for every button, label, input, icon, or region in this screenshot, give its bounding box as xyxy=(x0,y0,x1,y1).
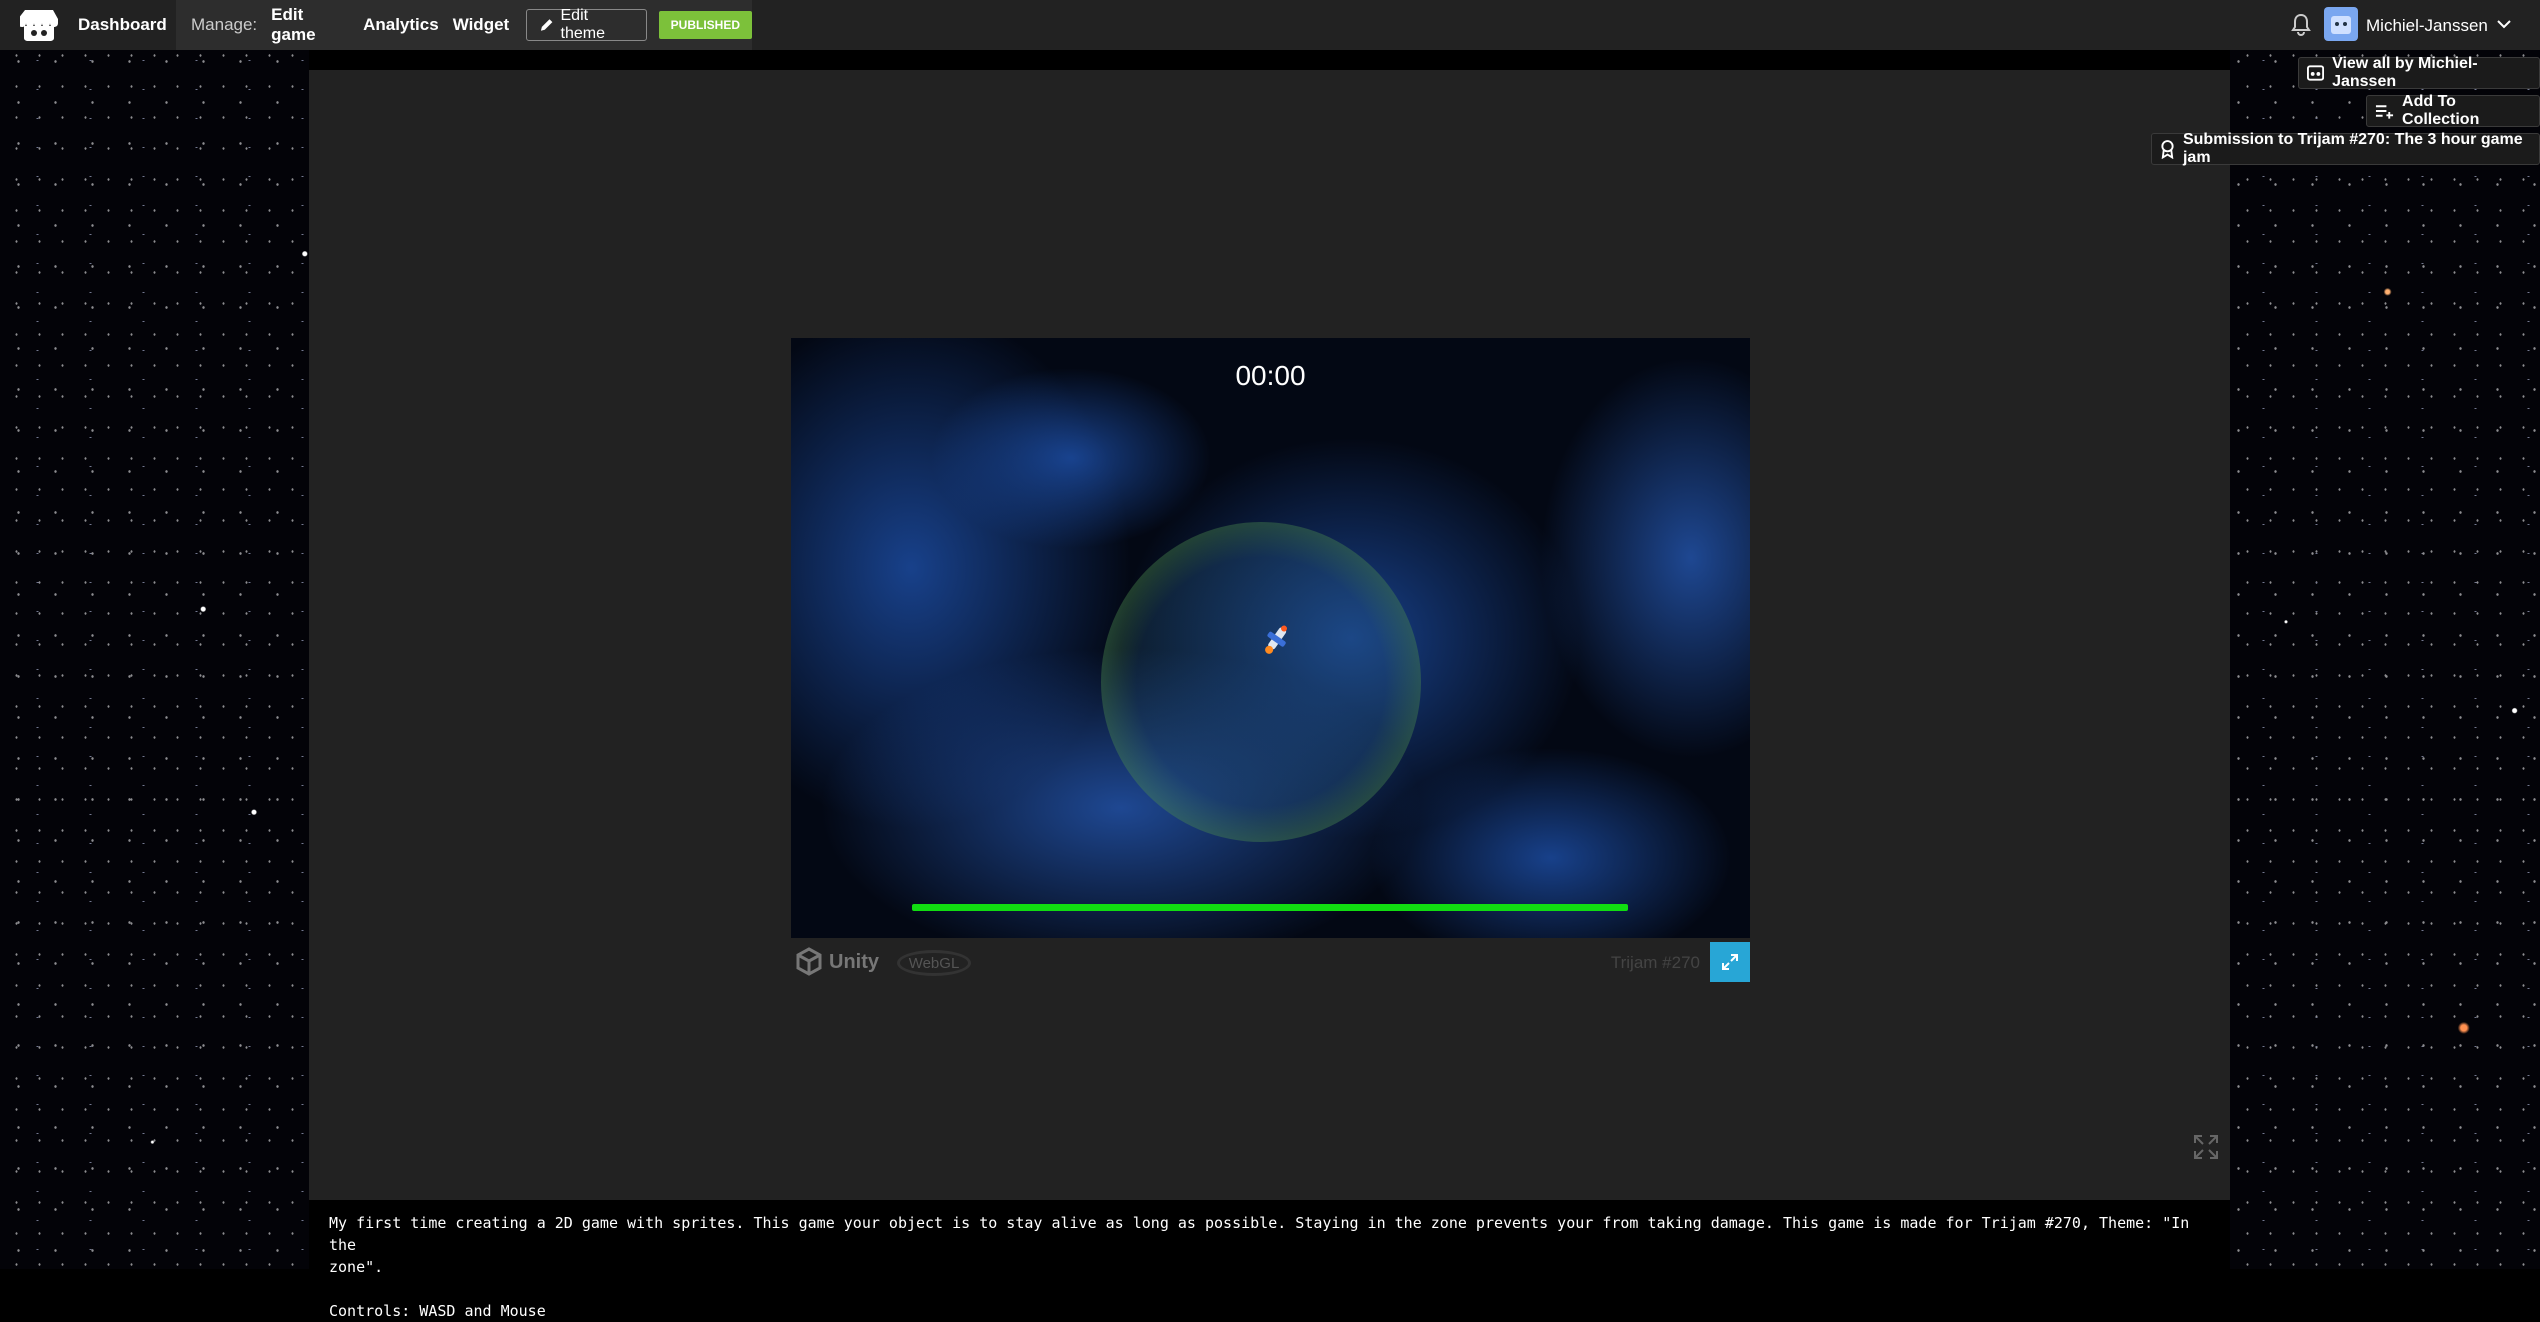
safe-zone-circle xyxy=(1101,522,1421,842)
avatar[interactable] xyxy=(2324,7,2358,41)
health-bar xyxy=(912,904,1628,911)
manage-label: Manage: xyxy=(191,15,258,34)
game-footer: Unity WebGL Trijam #270 xyxy=(791,938,1750,986)
add-list-icon xyxy=(2375,105,2394,119)
published-badge[interactable]: PUBLISHED xyxy=(658,11,752,39)
chevron-down-icon[interactable] xyxy=(2494,14,2514,34)
manage-section: Manage: Edit game Analytics Widget Edit … xyxy=(176,0,752,50)
embed-fullscreen-icon[interactable] xyxy=(2192,1133,2220,1161)
pencil-icon xyxy=(541,19,553,31)
unity-cube-icon xyxy=(796,947,822,976)
add-to-collection-label: Add To Collection xyxy=(2402,93,2480,128)
dashboard-link[interactable]: Dashboard xyxy=(78,15,167,35)
game-description: My first time creating a 2D game with sp… xyxy=(309,1200,2230,1320)
webgl-logo: WebGL xyxy=(897,950,971,976)
view-all-button[interactable]: View all by Michiel-Janssen xyxy=(2298,55,2540,90)
analytics-link[interactable]: Analytics xyxy=(363,15,439,35)
description-line: zone". xyxy=(329,1258,384,1276)
itchio-small-icon xyxy=(2307,65,2325,81)
header-strip xyxy=(309,50,2230,70)
game-title-label: Trijam #270 xyxy=(1610,953,1700,972)
game-page-column: 00:00 Unity WebGL Trijam #270 My first t… xyxy=(309,50,2230,1320)
description-line: My first time creating a 2D game with sp… xyxy=(329,1214,2199,1254)
bell-icon[interactable] xyxy=(2290,13,2312,37)
player-ship-icon xyxy=(1265,625,1288,654)
unity-logo: Unity xyxy=(795,946,879,978)
fullscreen-button[interactable] xyxy=(1710,942,1750,982)
add-to-collection-button[interactable]: Add To Collection xyxy=(2366,93,2540,128)
edit-theme-label: Edit theme xyxy=(560,7,605,42)
game-timer: 00:00 xyxy=(1235,360,1306,391)
username-label[interactable]: Michiel-Janssen xyxy=(2366,16,2488,36)
description-controls: Controls: WASD and Mouse xyxy=(329,1302,546,1320)
itchio-logo-icon[interactable] xyxy=(20,8,58,42)
widget-link[interactable]: Widget xyxy=(453,15,510,35)
game-canvas[interactable]: 00:00 xyxy=(791,338,1750,938)
award-icon xyxy=(2161,140,2174,159)
view-all-label: View all by Michiel-Janssen xyxy=(2332,55,2478,90)
unity-label: Unity xyxy=(829,950,879,973)
edit-game-link[interactable]: Edit game xyxy=(271,5,349,45)
jam-submission-button[interactable]: Submission to Trijam #270: The 3 hour ga… xyxy=(2151,131,2540,166)
top-navigation-bar: Dashboard Manage: Edit game Analytics Wi… xyxy=(0,0,2540,50)
expand-arrows-icon xyxy=(1722,954,1738,970)
jam-submission-label: Submission to Trijam #270: The 3 hour ga… xyxy=(2182,131,2523,166)
edit-theme-button[interactable]: Edit theme xyxy=(526,7,647,42)
game-embed-area: 00:00 Unity WebGL Trijam #270 xyxy=(309,70,2230,1200)
